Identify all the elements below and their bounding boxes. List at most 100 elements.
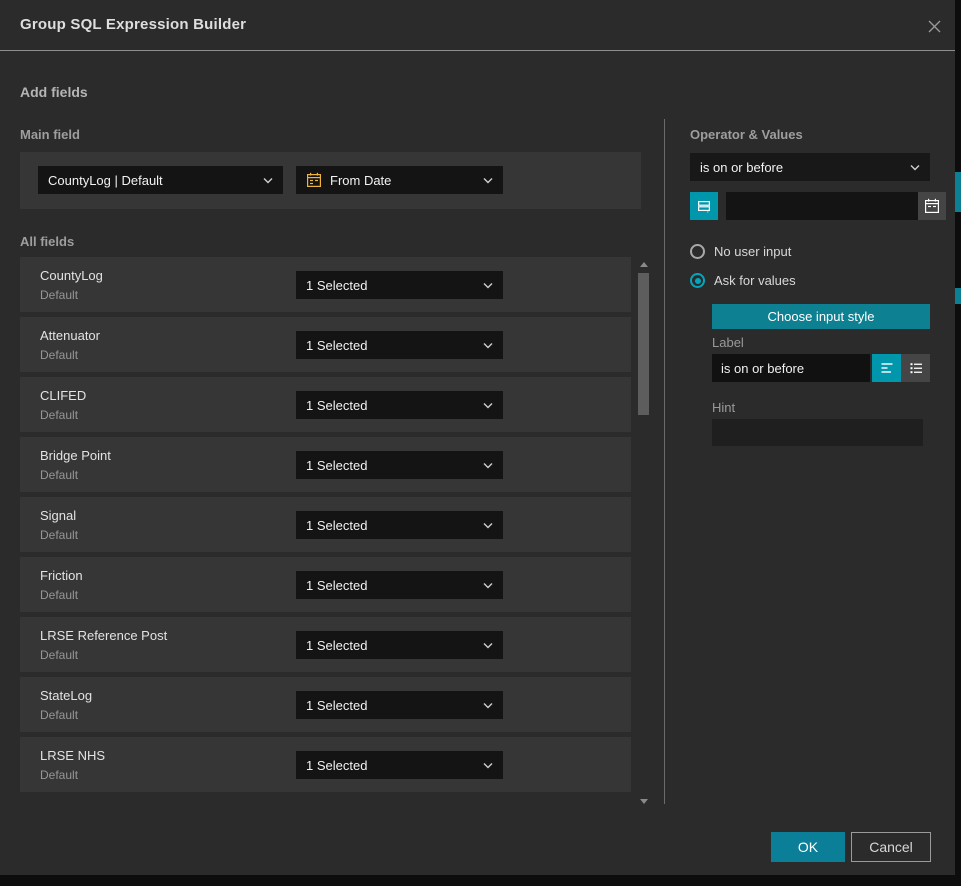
radio-icon bbox=[690, 273, 705, 288]
all-fields-heading: All fields bbox=[20, 234, 74, 249]
field-values-select[interactable]: 1 Selected bbox=[296, 511, 503, 539]
field-values-select[interactable]: 1 Selected bbox=[296, 751, 503, 779]
chevron-down-icon bbox=[483, 582, 493, 589]
layer-select-value: CountyLog | Default bbox=[48, 173, 257, 188]
radio-ask-for-values[interactable]: Ask for values bbox=[690, 273, 796, 288]
main-field-panel: CountyLog | Default bbox=[20, 152, 641, 209]
bulleted-list-icon bbox=[908, 360, 924, 376]
field-name: CountyLog bbox=[40, 268, 103, 283]
list-style-button[interactable] bbox=[901, 354, 930, 382]
radio-no-user-input[interactable]: No user input bbox=[690, 244, 791, 259]
cancel-button[interactable]: Cancel bbox=[851, 832, 931, 862]
value-input-type-button[interactable] bbox=[690, 192, 718, 220]
field-name: Attenuator bbox=[40, 328, 100, 343]
field-values-select-value: 1 Selected bbox=[306, 398, 477, 413]
choose-input-style-button[interactable]: Choose input style bbox=[712, 304, 930, 329]
chevron-down-icon bbox=[263, 177, 273, 184]
field-row: Attenuator Default 1 Selected bbox=[20, 317, 631, 372]
value-date-field bbox=[726, 192, 946, 220]
field-sublabel: Default bbox=[40, 648, 78, 662]
close-button[interactable] bbox=[922, 14, 946, 38]
field-sublabel: Default bbox=[40, 408, 78, 422]
calendar-icon bbox=[924, 198, 940, 214]
value-date-input[interactable] bbox=[726, 192, 918, 220]
field-values-select[interactable]: 1 Selected bbox=[296, 571, 503, 599]
add-fields-heading: Add fields bbox=[20, 84, 88, 100]
field-values-select[interactable]: 1 Selected bbox=[296, 631, 503, 659]
field-values-select[interactable]: 1 Selected bbox=[296, 271, 503, 299]
operator-values-heading: Operator & Values bbox=[690, 127, 803, 142]
field-name: StateLog bbox=[40, 688, 92, 703]
group-sql-expression-builder-dialog: Group SQL Expression Builder Add fields … bbox=[0, 0, 955, 875]
label-input-row bbox=[712, 354, 930, 382]
scroll-up-arrow-icon[interactable] bbox=[640, 262, 648, 267]
field-sublabel: Default bbox=[40, 588, 78, 602]
dialog-titlebar: Group SQL Expression Builder bbox=[0, 0, 955, 51]
scroll-down-arrow-icon[interactable] bbox=[640, 799, 648, 804]
layer-select[interactable]: CountyLog | Default bbox=[38, 166, 283, 194]
dialog-title: Group SQL Expression Builder bbox=[20, 16, 246, 33]
field-row: CLIFED Default 1 Selected bbox=[20, 377, 631, 432]
field-row: Bridge Point Default 1 Selected bbox=[20, 437, 631, 492]
chevron-down-icon bbox=[483, 462, 493, 469]
field-values-select-value: 1 Selected bbox=[306, 278, 477, 293]
label-input[interactable] bbox=[712, 354, 870, 382]
field-name: LRSE Reference Post bbox=[40, 628, 167, 643]
field-row: Signal Default 1 Selected bbox=[20, 497, 631, 552]
radio-icon bbox=[690, 244, 705, 259]
stacked-values-icon bbox=[696, 198, 712, 214]
field-values-select[interactable]: 1 Selected bbox=[296, 691, 503, 719]
field-values-select-value: 1 Selected bbox=[306, 458, 477, 473]
field-sublabel: Default bbox=[40, 528, 78, 542]
chevron-down-icon bbox=[483, 522, 493, 529]
date-picker-button[interactable] bbox=[918, 192, 946, 220]
value-input-row bbox=[690, 192, 930, 220]
field-sublabel: Default bbox=[40, 288, 78, 302]
field-values-select-value: 1 Selected bbox=[306, 638, 477, 653]
backdrop-accent-fragment bbox=[955, 172, 961, 212]
hint-input[interactable] bbox=[712, 419, 923, 446]
field-values-select-value: 1 Selected bbox=[306, 518, 477, 533]
chevron-down-icon bbox=[483, 702, 493, 709]
close-icon bbox=[925, 17, 944, 36]
chevron-down-icon bbox=[483, 342, 493, 349]
main-field-select[interactable]: From Date bbox=[296, 166, 503, 194]
radio-label: Ask for values bbox=[714, 273, 796, 288]
chevron-down-icon bbox=[483, 282, 493, 289]
field-name: Friction bbox=[40, 568, 83, 583]
field-values-select[interactable]: 1 Selected bbox=[296, 331, 503, 359]
main-field-select-value: From Date bbox=[330, 173, 477, 188]
all-fields-list: CountyLog Default 1 Selected Attenuator … bbox=[20, 257, 631, 797]
chevron-down-icon bbox=[483, 177, 493, 184]
hint-field-label: Hint bbox=[712, 400, 735, 415]
field-sublabel: Default bbox=[40, 708, 78, 722]
list-scrollbar[interactable] bbox=[636, 260, 652, 806]
align-left-icon bbox=[879, 360, 895, 376]
field-row: CountyLog Default 1 Selected bbox=[20, 257, 631, 312]
ok-button[interactable]: OK bbox=[771, 832, 845, 862]
backdrop-accent-fragment bbox=[955, 288, 961, 304]
calendar-icon bbox=[306, 172, 322, 188]
align-left-style-button[interactable] bbox=[872, 354, 901, 382]
backdrop-edge-strip bbox=[955, 0, 961, 886]
scrollbar-thumb[interactable] bbox=[638, 273, 649, 415]
field-row: LRSE Reference Post Default 1 Selected bbox=[20, 617, 631, 672]
chevron-down-icon bbox=[483, 402, 493, 409]
field-name: Bridge Point bbox=[40, 448, 111, 463]
field-values-select[interactable]: 1 Selected bbox=[296, 451, 503, 479]
field-values-select-value: 1 Selected bbox=[306, 698, 477, 713]
chevron-down-icon bbox=[910, 164, 920, 171]
field-values-select[interactable]: 1 Selected bbox=[296, 391, 503, 419]
label-field-label: Label bbox=[712, 335, 744, 350]
field-sublabel: Default bbox=[40, 768, 78, 782]
main-field-heading: Main field bbox=[20, 127, 80, 142]
operator-select[interactable]: is on or before bbox=[690, 153, 930, 181]
field-values-select-value: 1 Selected bbox=[306, 758, 477, 773]
field-name: Signal bbox=[40, 508, 76, 523]
field-values-select-value: 1 Selected bbox=[306, 578, 477, 593]
radio-label: No user input bbox=[714, 244, 791, 259]
field-row: StateLog Default 1 Selected bbox=[20, 677, 631, 732]
field-sublabel: Default bbox=[40, 468, 78, 482]
chevron-down-icon bbox=[483, 762, 493, 769]
chevron-down-icon bbox=[483, 642, 493, 649]
